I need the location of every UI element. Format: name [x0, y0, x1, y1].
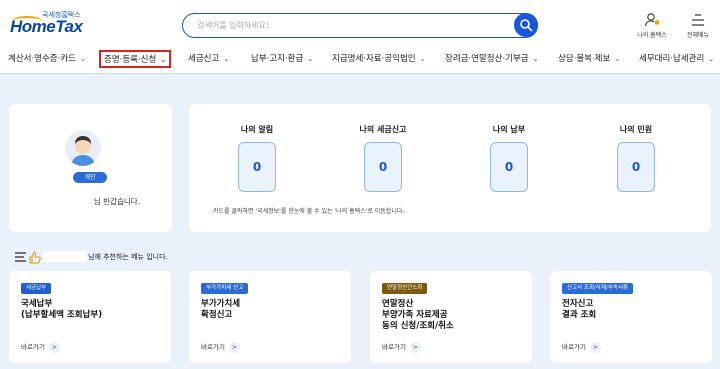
recommendation-title: 님께 추천하는 메뉴 입니다. — [88, 253, 168, 261]
nav-item-payment-statement[interactable]: 지급명세·자료·공익법인 ⌄ — [332, 52, 425, 64]
status-title: 나의 알림 — [240, 125, 274, 134]
service-title-line: 확정신고 — [201, 310, 233, 320]
user-name-placeholder — [43, 251, 87, 262]
service-title-line: 결과 조회 — [562, 310, 597, 320]
chevron-down-icon: ⌄ — [160, 56, 167, 64]
service-title-line: 전자신고 — [562, 299, 594, 309]
nav-item-certificate-registration[interactable]: 증명·등록·신청 ⌄ — [99, 50, 172, 68]
chevron-down-icon: ⌄ — [79, 55, 86, 63]
service-title-line: 동의 신청/조회/취소 — [382, 321, 454, 331]
search-icon — [520, 19, 533, 32]
service-title-line: (납부할세액 조회납부) — [21, 310, 103, 320]
chevron-right-icon: > — [228, 342, 240, 353]
status-item-tax-filing[interactable]: 나의 세금신고 0 — [333, 124, 433, 192]
status-count-box[interactable]: 0 — [490, 142, 528, 192]
nav-item-label: 상담·불복·제보 — [558, 54, 611, 64]
nav-item-consult-appeal[interactable]: 상담·불복·제보 ⌄ — [558, 52, 620, 64]
service-title-line: 부가가치세 — [201, 299, 241, 309]
service-card-e-filing-result[interactable]: 신고서 조회/삭제/부속서류 전자신고 결과 조회 바로가기 > — [550, 271, 712, 363]
status-item-notifications[interactable]: 나의 알림 0 — [207, 124, 307, 192]
service-title: 부가가치세 확정신고 — [201, 299, 240, 321]
nav-item-invoice-receipt-card[interactable]: 계산서·영수증·카드 ⌄ — [8, 52, 86, 64]
nav-item-label: 납부·고지·환급 — [251, 54, 304, 64]
nav-item-incentive-year-end[interactable]: 장려금·연말정산·기부금 ⌄ — [445, 52, 538, 64]
search-button[interactable] — [514, 13, 538, 37]
shortcut-label: 바로가기 — [21, 343, 45, 351]
nav-item-label: 세금신고 — [188, 54, 220, 64]
shortcut-link[interactable]: 바로가기 > — [201, 341, 240, 353]
user-bell-icon — [644, 13, 659, 27]
service-title-line: 부양가족 자료제공 — [382, 310, 448, 320]
service-title-line: 연말정산 — [382, 299, 414, 309]
person-avatar-icon — [71, 136, 95, 166]
chevron-down-icon: ⌄ — [307, 55, 314, 63]
nav-item-label: 장려금·연말정산·기부금 — [445, 54, 529, 64]
service-tag: 연말정산간소화 — [382, 283, 428, 294]
search-input[interactable] — [197, 18, 497, 33]
service-card-year-end-settlement[interactable]: 연말정산간소화 연말정산 부양가족 자료제공 동의 신청/조회/취소 바로가기 > — [370, 271, 532, 363]
status-title: 나의 세금신고 — [359, 125, 407, 134]
all-menu-button[interactable]: 전체메뉴 — [678, 12, 718, 42]
status-note: 카드를 클릭하면 '국세정보'를 한눈에 볼 수 있는 '나의 홈택스'로 이동… — [213, 208, 405, 215]
chevron-down-icon: ⌄ — [532, 55, 539, 63]
status-card: 나의 알림 0 나의 세금신고 0 나의 납부 0 나의 민원 0 카드를 클릭… — [189, 104, 711, 232]
menu-thumbs-up-icon — [15, 251, 41, 264]
chevron-right-icon: > — [48, 342, 60, 353]
my-hometax-label: 나의 홈택스 — [637, 32, 667, 39]
chevron-down-icon: ⌄ — [419, 55, 426, 63]
hamburger-menu-icon — [692, 14, 704, 26]
avatar — [65, 130, 101, 166]
nav-item-tax-agent[interactable]: 세무대리·납세관리 ⌄ — [639, 52, 714, 64]
status-count-box[interactable]: 0 — [364, 142, 402, 192]
shortcut-label: 바로가기 — [562, 343, 586, 351]
logo-text: HomeTax — [10, 17, 83, 36]
chevron-down-icon: ⌄ — [614, 55, 621, 63]
nav-item-payment-refund[interactable]: 납부·고지·환급 ⌄ — [251, 52, 313, 64]
my-hometax-button[interactable]: 나의 홈택스 — [632, 12, 672, 42]
status-item-civil-petition[interactable]: 나의 민원 0 — [586, 124, 686, 192]
shortcut-link[interactable]: 바로가기 > — [382, 341, 421, 353]
shortcut-label: 바로가기 — [201, 343, 225, 351]
chevron-down-icon: ⌄ — [223, 55, 230, 63]
nav-item-tax-filing[interactable]: 세금신고 ⌄ — [188, 52, 229, 64]
shortcut-link[interactable]: 바로가기 > — [21, 341, 60, 353]
chevron-right-icon: > — [589, 342, 601, 353]
service-title: 연말정산 부양가족 자료제공 동의 신청/조회/취소 — [382, 299, 454, 332]
status-title: 나의 민원 — [619, 125, 653, 134]
status-item-payment[interactable]: 나의 납부 0 — [459, 124, 559, 192]
nav-item-label: 계산서·영수증·카드 — [8, 54, 76, 64]
nav-item-label: 지급명세·자료·공익법인 — [332, 54, 416, 64]
service-title: 전자신고 결과 조회 — [562, 299, 596, 321]
shortcut-label: 바로가기 — [382, 343, 406, 351]
status-title: 나의 납부 — [492, 125, 526, 134]
shortcut-link[interactable]: 바로가기 > — [562, 341, 601, 353]
user-type-badge: 개인 — [73, 172, 107, 183]
service-title: 국세납부 (납부할세액 조회납부) — [21, 299, 102, 321]
status-count-box[interactable]: 0 — [617, 142, 655, 192]
service-title-line: 국세납부 — [21, 299, 53, 309]
search-bar — [182, 13, 538, 38]
nav-item-label: 증명·등록·신청 — [104, 55, 157, 65]
recommendation-header: 님께 추천하는 메뉴 입니다. — [14, 250, 314, 264]
service-tag: 부가가치세 신고 — [201, 283, 249, 294]
main-nav: 계산서·영수증·카드 ⌄ 증명·등록·신청 ⌄ 세금신고 ⌄ 납부·고지·환급 ⌄ 지급… — [0, 44, 720, 74]
all-menu-label: 전체메뉴 — [686, 32, 710, 39]
header: 국세청홈택스 HomeTax 나의 홈택스 전체메뉴 — [0, 0, 720, 44]
service-card-national-tax-payment[interactable]: 세금납부 국세납부 (납부할세액 조회납부) 바로가기 > — [9, 271, 171, 363]
service-tag: 신고서 조회/삭제/부속서류 — [562, 283, 634, 294]
chevron-down-icon: ⌄ — [708, 55, 715, 63]
status-count-box[interactable]: 0 — [238, 142, 276, 192]
hometax-logo[interactable]: 국세청홈택스 HomeTax — [10, 10, 90, 38]
service-card-vat-filing[interactable]: 부가가치세 신고 부가가치세 확정신고 바로가기 > — [189, 271, 351, 363]
nav-item-label: 세무대리·납세관리 — [639, 54, 705, 64]
service-tag: 세금납부 — [21, 283, 52, 294]
chevron-right-icon: > — [409, 342, 421, 353]
profile-card: 개인 님 반갑습니다. — [9, 104, 172, 232]
